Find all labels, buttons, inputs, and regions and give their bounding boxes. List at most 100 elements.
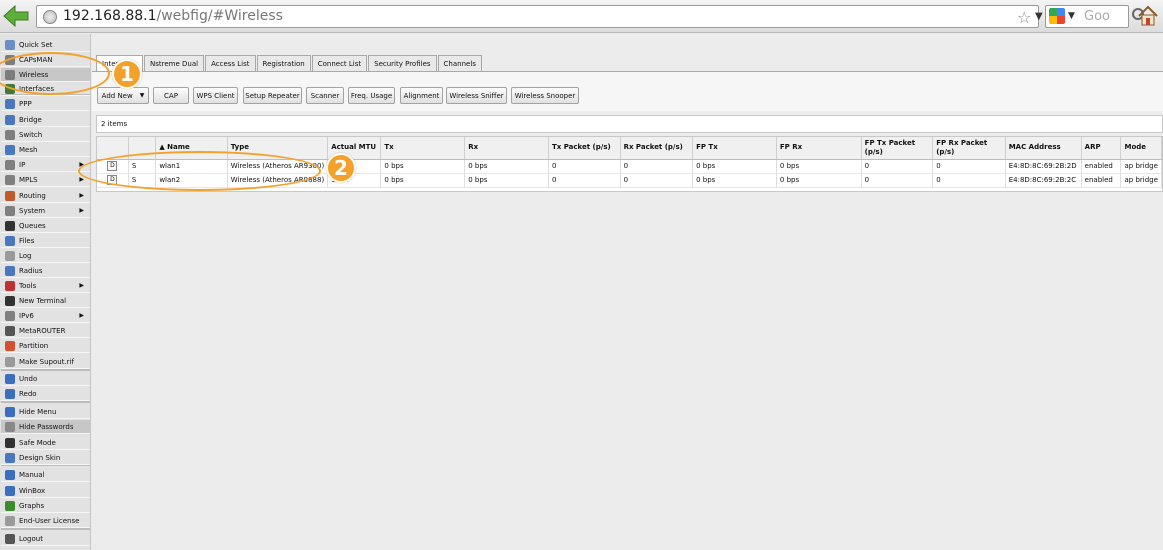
sidebar-item-label: Hide Passwords xyxy=(19,422,74,431)
column-header[interactable]: Tx xyxy=(380,137,466,160)
tab-access-list[interactable]: Access List xyxy=(205,55,256,71)
freq-usage-button[interactable]: Freq. Usage xyxy=(348,87,395,104)
sidebar-item-winbox[interactable]: WinBox xyxy=(1,484,90,498)
sidebar-item-mesh[interactable]: Mesh xyxy=(1,143,90,157)
sidebar-item-metarouter[interactable]: MetaROUTER xyxy=(1,324,90,338)
column-header[interactable]: ARP xyxy=(1081,137,1122,160)
add-new-button[interactable]: Add New ▼ xyxy=(97,87,149,104)
logout-icon xyxy=(5,533,15,544)
sidebar-item-bridge[interactable]: Bridge xyxy=(1,113,90,127)
search-engine-dropdown-icon[interactable]: ▼ xyxy=(1068,11,1075,21)
column-header[interactable]: Rx xyxy=(464,137,550,160)
wps-client-button[interactable]: WPS Client xyxy=(193,87,238,104)
sidebar-item-design-skin[interactable]: Design Skin xyxy=(1,451,90,465)
wireless-snooper-button[interactable]: Wireless Snooper xyxy=(511,87,579,104)
column-header[interactable]: FP Rx xyxy=(776,137,862,160)
disable-toggle-button[interactable]: D xyxy=(107,161,118,171)
column-header[interactable]: FP Rx Packet (p/s) xyxy=(932,137,1006,160)
queues-icon xyxy=(5,220,15,231)
column-header[interactable]: Tx Packet (p/s) xyxy=(548,137,621,160)
sidebar-item-routing[interactable]: Routing ▶ xyxy=(1,189,90,203)
cap-button[interactable]: CAP xyxy=(153,87,189,104)
column-header[interactable]: ▲ Name xyxy=(155,137,228,160)
sidebar-item-quick-set[interactable]: Quick Set xyxy=(1,38,90,52)
sidebar-item-capsman[interactable]: CAPsMAN xyxy=(1,53,90,67)
search-placeholder: Goo xyxy=(1084,9,1110,24)
column-header[interactable]: MAC Address xyxy=(1005,137,1082,160)
sidebar-item-end-user-license[interactable]: End-User License xyxy=(1,514,90,528)
sidebar-item-redo[interactable]: Redo xyxy=(1,387,90,401)
redo-icon xyxy=(5,388,15,399)
table-cell: ap bridge xyxy=(1120,173,1162,188)
home-button[interactable] xyxy=(1137,5,1159,27)
sidebar-item-hide-passwords[interactable]: Hide Passwords xyxy=(1,420,90,434)
scanner-button[interactable]: Scanner xyxy=(306,87,344,104)
bookmark-star-icon[interactable]: ☆ xyxy=(1017,8,1031,27)
alignment-button[interactable]: Alignment xyxy=(400,87,443,104)
table-cell: 0 xyxy=(861,159,934,174)
sidebar-item-interfaces[interactable]: Interfaces xyxy=(1,82,90,96)
column-header[interactable] xyxy=(97,137,129,160)
tab-connect-list[interactable]: Connect List xyxy=(311,55,368,71)
search-box[interactable]: ▼ Goo xyxy=(1045,5,1129,28)
table-cell: 0 bps xyxy=(464,173,550,188)
table-cell: Wireless (Atheros AR9888) xyxy=(227,173,329,188)
sidebar-item-label: Quick Set xyxy=(19,40,53,49)
sidebar-item-manual[interactable]: Manual xyxy=(1,468,90,482)
tab-channels[interactable]: Channels xyxy=(437,55,482,71)
sidebar-item-ipv6[interactable]: IPv6 ▶ xyxy=(1,309,90,323)
sidebar-item-wireless[interactable]: Wireless xyxy=(1,68,90,82)
table-row[interactable]: DSwlan1Wireless (Atheros AR9300)15000 bp… xyxy=(97,159,1162,174)
url-dropdown-icon[interactable]: ▼ xyxy=(1035,11,1043,22)
url-text[interactable]: 192.168.88.1/webfig/#Wireless xyxy=(63,8,283,24)
sidebar-item-logout[interactable]: Logout xyxy=(1,532,90,546)
sidebar-item-safe-mode[interactable]: Safe Mode xyxy=(1,436,90,450)
google-icon[interactable] xyxy=(1049,8,1065,24)
sidebar-item-label: Partition xyxy=(19,341,49,350)
sidebar-item-switch[interactable]: Switch xyxy=(1,128,90,142)
sidebar-item-make-supout-rif[interactable]: Make Supout.rif xyxy=(1,355,90,369)
address-bar[interactable]: 192.168.88.1/webfig/#Wireless ☆ ▼ xyxy=(36,5,1071,28)
table-row[interactable]: DSwlan2Wireless (Atheros AR9888)15000 bp… xyxy=(97,173,1162,188)
column-header[interactable]: FP Tx xyxy=(692,137,777,160)
column-header[interactable] xyxy=(128,137,157,160)
sidebar-item-undo[interactable]: Undo xyxy=(1,372,90,386)
button-label: CAP xyxy=(164,91,178,100)
sidebar-item-ppp[interactable]: PPP xyxy=(1,97,90,111)
column-header[interactable]: Mode xyxy=(1120,137,1162,160)
setup-repeater-button[interactable]: Setup Repeater xyxy=(243,87,302,104)
sidebar-item-queues[interactable]: Queues xyxy=(1,219,90,233)
disable-toggle-button[interactable]: D xyxy=(107,175,118,185)
capsman-icon xyxy=(5,54,15,65)
tab-nstreme-dual[interactable]: Nstreme Dual xyxy=(144,55,205,71)
sidebar-item-mpls[interactable]: MPLS ▶ xyxy=(1,173,90,187)
sidebar-item-ip[interactable]: IP ▶ xyxy=(1,158,90,172)
column-header[interactable]: Type xyxy=(227,137,329,160)
column-header[interactable]: Rx Packet (p/s) xyxy=(620,137,694,160)
table-cell: enabled xyxy=(1081,173,1122,188)
sidebar-item-label: Routing xyxy=(19,191,46,200)
sidebar-item-radius[interactable]: Radius xyxy=(1,264,90,278)
sidebar-item-label: Design Skin xyxy=(19,453,61,462)
submenu-arrow-icon: ▶ xyxy=(79,161,84,168)
dropdown-arrow-icon[interactable]: ▼ xyxy=(140,92,145,99)
tab-registration[interactable]: Registration xyxy=(256,55,311,71)
sidebar-item-log[interactable]: Log xyxy=(1,249,90,263)
sidebar-item-graphs[interactable]: Graphs xyxy=(1,499,90,513)
sidebar-item-tools[interactable]: Tools ▶ xyxy=(1,279,90,293)
hide-passwords-icon xyxy=(5,421,15,432)
sidebar-item-label: PPP xyxy=(19,99,32,108)
bridge-icon xyxy=(5,114,15,125)
sidebar-item-files[interactable]: Files xyxy=(1,234,90,248)
sidebar-item-hide-menu[interactable]: Hide Menu xyxy=(1,405,90,419)
wireless-sniffer-button[interactable]: Wireless Sniffer xyxy=(446,87,507,104)
sidebar-item-partition[interactable]: Partition xyxy=(1,339,90,353)
sidebar-item-new-terminal[interactable]: New Terminal xyxy=(1,294,90,308)
back-button[interactable] xyxy=(2,3,30,29)
tab-security-profiles[interactable]: Security Profiles xyxy=(368,55,437,71)
sidebar-item-system[interactable]: System ▶ xyxy=(1,204,90,218)
interfaces-table: ▲ Name Type Actual MTU Tx Rx Tx Packet (p/s) R… xyxy=(96,136,1163,192)
table-cell: enabled xyxy=(1081,159,1122,174)
button-label: Wireless Snooper xyxy=(514,91,576,100)
column-header[interactable]: FP Tx Packet (p/s) xyxy=(861,137,934,160)
